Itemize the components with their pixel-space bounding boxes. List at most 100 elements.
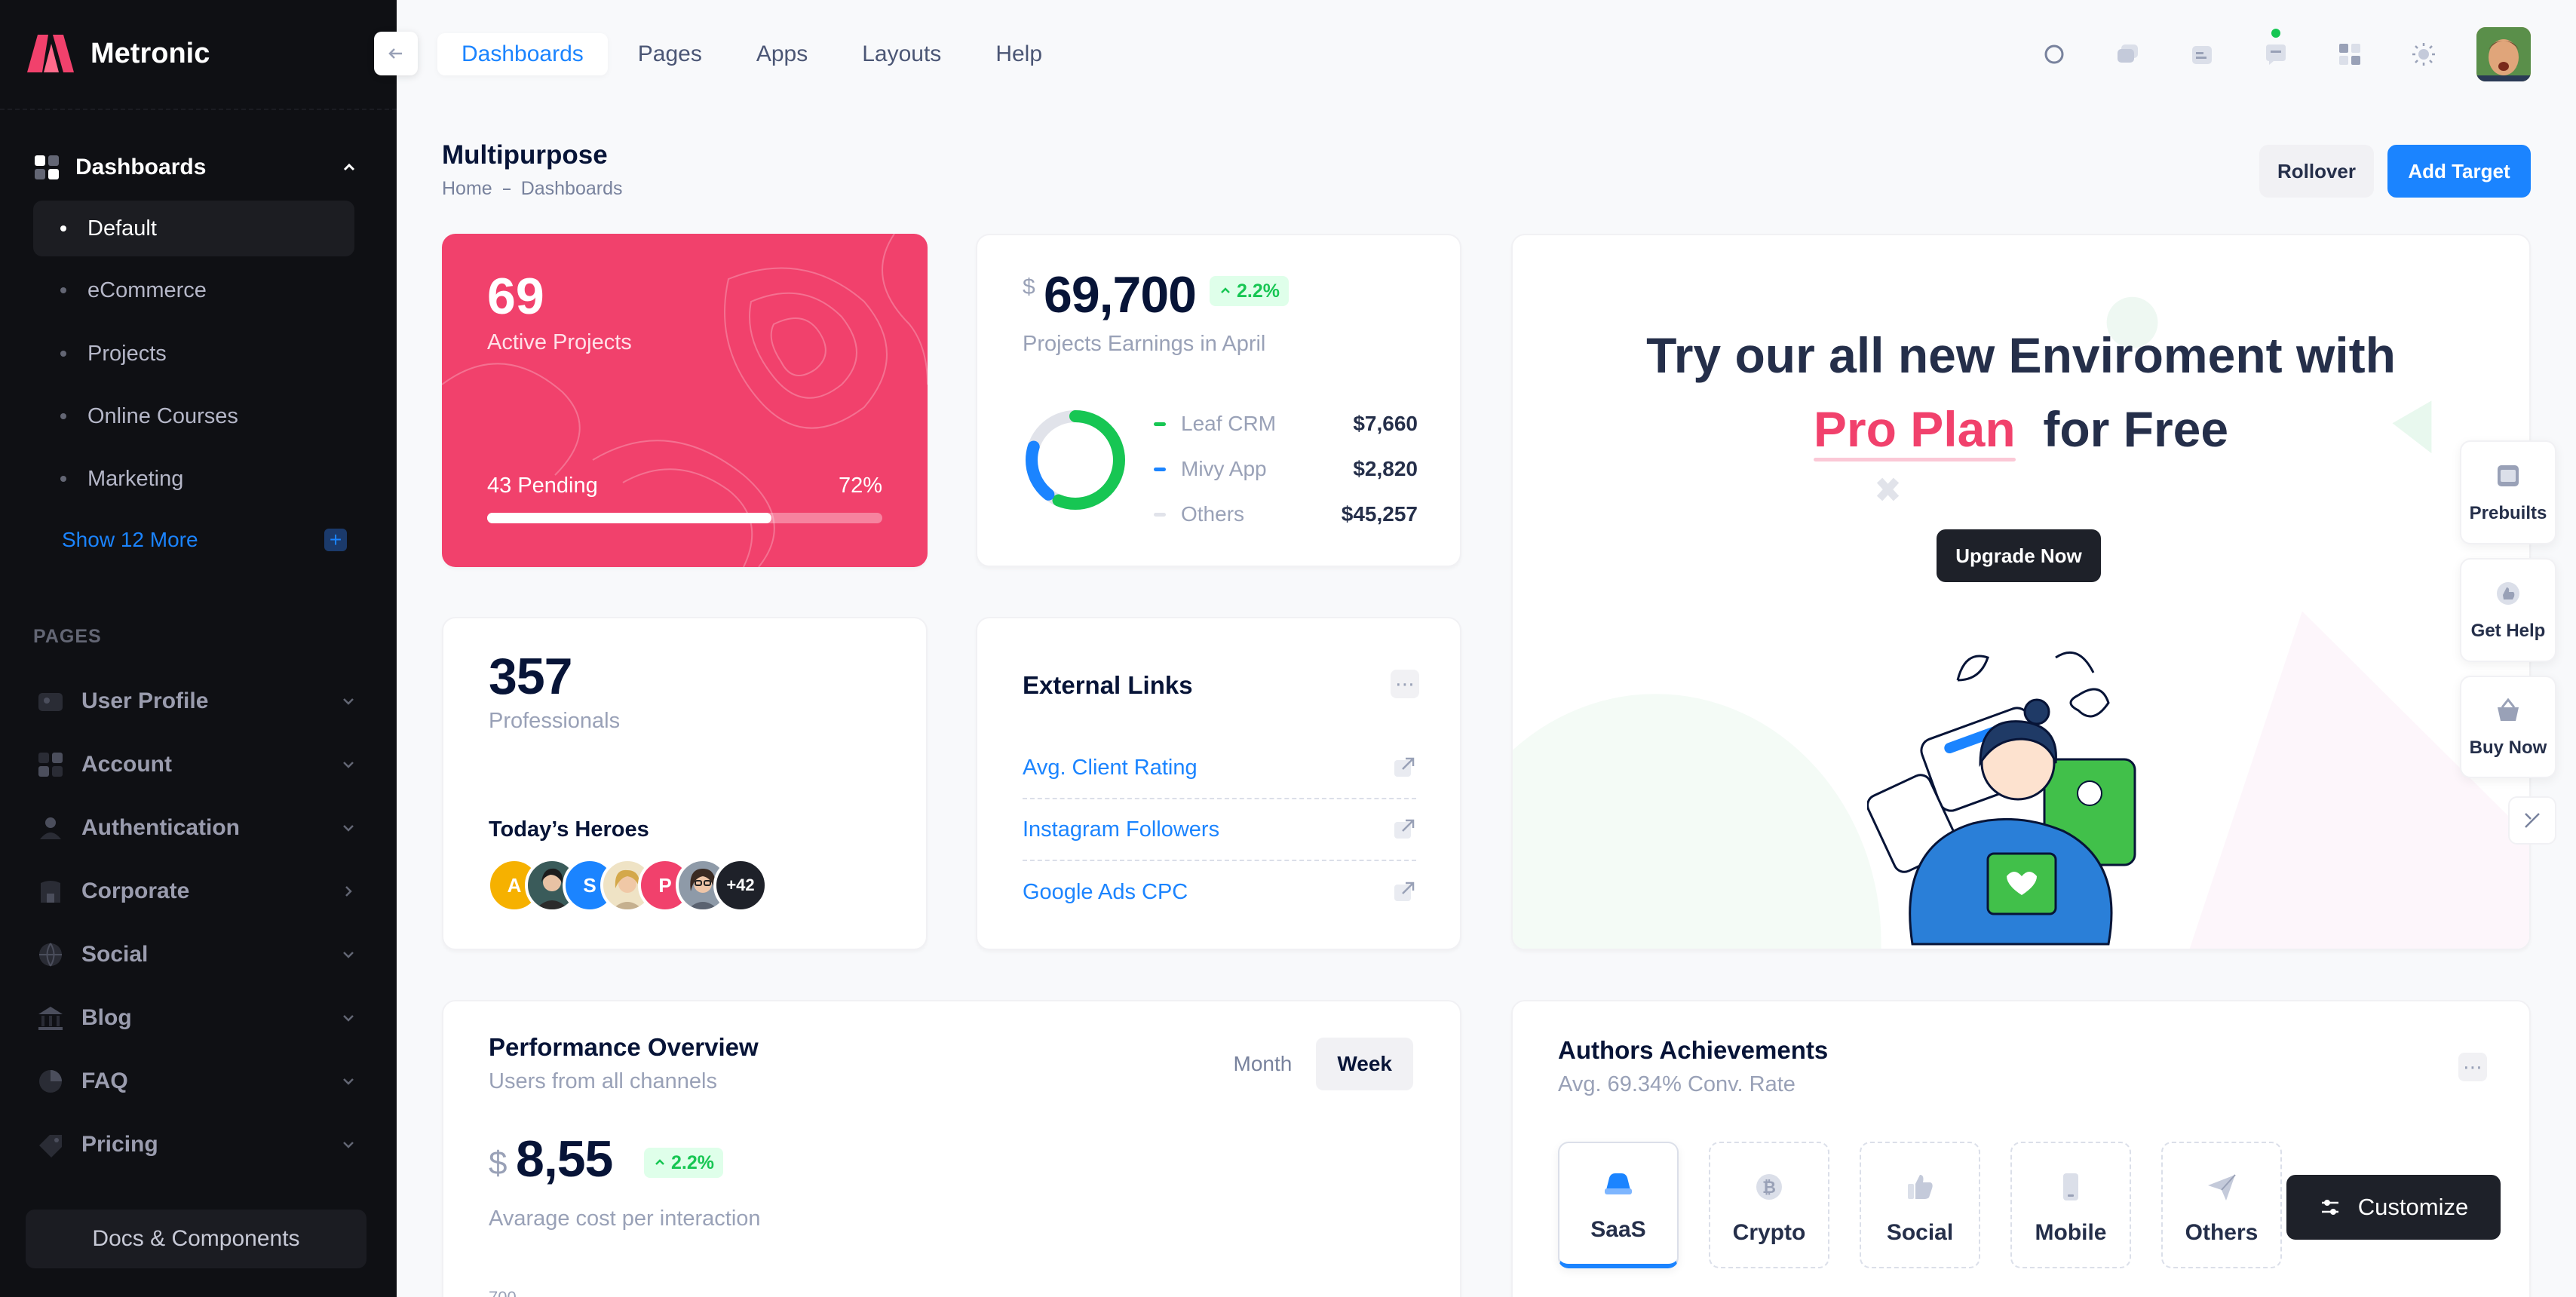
sidebar-item-faq[interactable]: FAQ xyxy=(36,1059,357,1104)
online-indicator xyxy=(2271,29,2280,38)
user-avatar[interactable] xyxy=(2476,27,2531,81)
collapse-panel-button[interactable] xyxy=(2508,796,2556,845)
buy-now-button[interactable]: Buy Now xyxy=(2460,676,2556,778)
tab-saas[interactable]: SaaS xyxy=(1558,1142,1679,1268)
avatar-more[interactable]: +42 xyxy=(713,858,768,912)
sidebar-subitem-online-courses[interactable]: Online Courses xyxy=(33,388,354,444)
sidebar-item-social[interactable]: Social xyxy=(36,932,357,977)
send-icon xyxy=(2208,1174,2236,1200)
sidebar-item-label: Corporate xyxy=(81,878,190,903)
tab-week[interactable]: Week xyxy=(1316,1038,1413,1090)
customize-button[interactable]: Customize xyxy=(2286,1175,2501,1240)
tab-mobile[interactable]: Mobile xyxy=(2010,1142,2131,1268)
chat-bubbles-icon xyxy=(2118,44,2138,63)
tab-month[interactable]: Month xyxy=(1213,1038,1314,1090)
sidebar-subitem-label: Default xyxy=(87,216,157,241)
sidebar-subitem-ecommerce[interactable]: eCommerce xyxy=(33,262,354,318)
external-link-label: Google Ads CPC xyxy=(1023,879,1188,904)
upgrade-now-button[interactable]: Upgrade Now xyxy=(1937,529,2101,582)
earnings-label: Projects Earnings in April xyxy=(1023,332,1266,356)
sidebar-item-label: Pricing xyxy=(81,1132,158,1157)
activity-button[interactable] xyxy=(2107,33,2149,75)
prebuilts-label: Prebuilts xyxy=(2469,503,2547,523)
sidebar: Metronic Dashboards Default eCommerce Pr… xyxy=(0,0,397,1297)
topnav-layouts[interactable]: Layouts xyxy=(838,33,965,75)
sidebar-toggle-button[interactable] xyxy=(374,32,418,75)
topnav-apps[interactable]: Apps xyxy=(732,33,832,75)
external-link-item[interactable]: Avg. Client Rating xyxy=(1023,737,1416,799)
sidebar-item-blog[interactable]: Blog xyxy=(36,995,357,1041)
legend-name: Leaf CRM xyxy=(1181,412,1277,435)
legend-swatch xyxy=(1154,512,1166,517)
notification-icon xyxy=(2192,46,2212,64)
category-tabs: SaaS ₿ Crypto Social Mobile Others xyxy=(1558,1142,2282,1268)
tab-crypto[interactable]: ₿ Crypto xyxy=(1709,1142,1829,1268)
bullet-icon xyxy=(60,287,66,293)
tab-others[interactable]: Others xyxy=(2161,1142,2282,1268)
chevron-right-icon xyxy=(345,886,352,897)
pie-chart-icon xyxy=(39,1070,62,1093)
breadcrumb: Home Dashboards xyxy=(442,178,623,200)
external-link-icon xyxy=(1394,882,1415,901)
legend-value: $45,257 xyxy=(1341,502,1418,526)
external-link-label: Instagram Followers xyxy=(1023,817,1220,842)
heroes-title: Today’s Heroes xyxy=(489,817,649,842)
change-badge: 2.2% xyxy=(1210,276,1289,306)
currency-symbol: $ xyxy=(489,1145,508,1182)
prebuilts-button[interactable]: Prebuilts xyxy=(2460,440,2556,544)
sidebar-item-corporate[interactable]: Corporate xyxy=(36,869,357,914)
sidebar-item-dashboards[interactable]: Dashboards xyxy=(33,148,357,187)
sidebar-item-authentication[interactable]: Authentication xyxy=(36,805,357,851)
brand-logo[interactable]: Metronic xyxy=(26,33,210,74)
show-more-link[interactable]: Show 12 More + xyxy=(62,528,347,552)
chevron-down-icon xyxy=(343,1142,354,1148)
more-options-button[interactable]: ⋯ xyxy=(2458,1053,2487,1081)
rollover-button[interactable]: Rollover xyxy=(2259,145,2374,198)
legend-swatch xyxy=(1154,467,1166,471)
tab-label: Crypto xyxy=(1732,1220,1806,1245)
sidebar-subitem-label: Online Courses xyxy=(87,403,238,428)
basket-icon xyxy=(2498,698,2519,721)
search-button[interactable] xyxy=(2033,33,2075,75)
sidebar-item-label: User Profile xyxy=(81,688,209,713)
sidebar-subitem-projects[interactable]: Projects xyxy=(33,326,354,382)
promo-line-2: for Free xyxy=(2043,401,2229,457)
breadcrumb-home[interactable]: Home xyxy=(442,178,492,200)
external-links-card: External Links ⋯ Avg. Client Rating Inst… xyxy=(976,617,1461,950)
tab-social[interactable]: Social xyxy=(1860,1142,1980,1268)
sidebar-item-label: Blog xyxy=(81,1005,132,1030)
period-toggle: Month Week xyxy=(1213,1038,1413,1090)
progress-bar xyxy=(487,513,882,523)
external-link-item[interactable]: Google Ads CPC xyxy=(1023,861,1416,923)
professionals-count: 357 xyxy=(489,648,572,705)
docs-components-button[interactable]: Docs & Components xyxy=(26,1210,366,1268)
chevron-down-icon xyxy=(343,1078,354,1085)
notifications-button[interactable] xyxy=(2181,33,2223,75)
bullet-icon xyxy=(60,351,66,357)
collapse-icon xyxy=(2525,813,2540,828)
external-link-item[interactable]: Instagram Followers xyxy=(1023,799,1416,861)
bullet-icon xyxy=(60,225,66,231)
sidebar-item-account[interactable]: Account xyxy=(36,742,357,787)
add-target-button[interactable]: Add Target xyxy=(2387,145,2531,198)
more-options-button[interactable]: ⋯ xyxy=(1391,670,1419,698)
topnav-pages[interactable]: Pages xyxy=(614,33,726,75)
messages-button[interactable] xyxy=(2255,29,2297,75)
sun-icon xyxy=(2412,43,2435,66)
sidebar-item-user-profile[interactable]: User Profile xyxy=(36,679,357,724)
chevron-down-icon xyxy=(343,762,354,768)
authors-achievements-card: Authors Achievements Avg. 69.34% Conv. R… xyxy=(1511,1000,2531,1297)
sidebar-subitem-label: Projects xyxy=(87,341,167,366)
theme-toggle-button[interactable] xyxy=(2403,33,2445,75)
tab-label: Social xyxy=(1886,1220,1954,1245)
chart-axis-tick: 700 xyxy=(489,1288,517,1297)
apps-button[interactable] xyxy=(2329,33,2371,75)
topnav-dashboards[interactable]: Dashboards xyxy=(437,33,608,75)
get-help-button[interactable]: Get Help xyxy=(2460,558,2556,662)
sidebar-subitem-default[interactable]: Default xyxy=(33,201,354,256)
sidebar-subitem-marketing[interactable]: Marketing xyxy=(33,451,354,507)
sidebar-item-pricing[interactable]: Pricing xyxy=(36,1122,357,1167)
topnav-help[interactable]: Help xyxy=(971,33,1066,75)
external-link-label: Avg. Client Rating xyxy=(1023,755,1198,780)
legend-item: Mivy App $2,820 xyxy=(1154,446,1418,492)
